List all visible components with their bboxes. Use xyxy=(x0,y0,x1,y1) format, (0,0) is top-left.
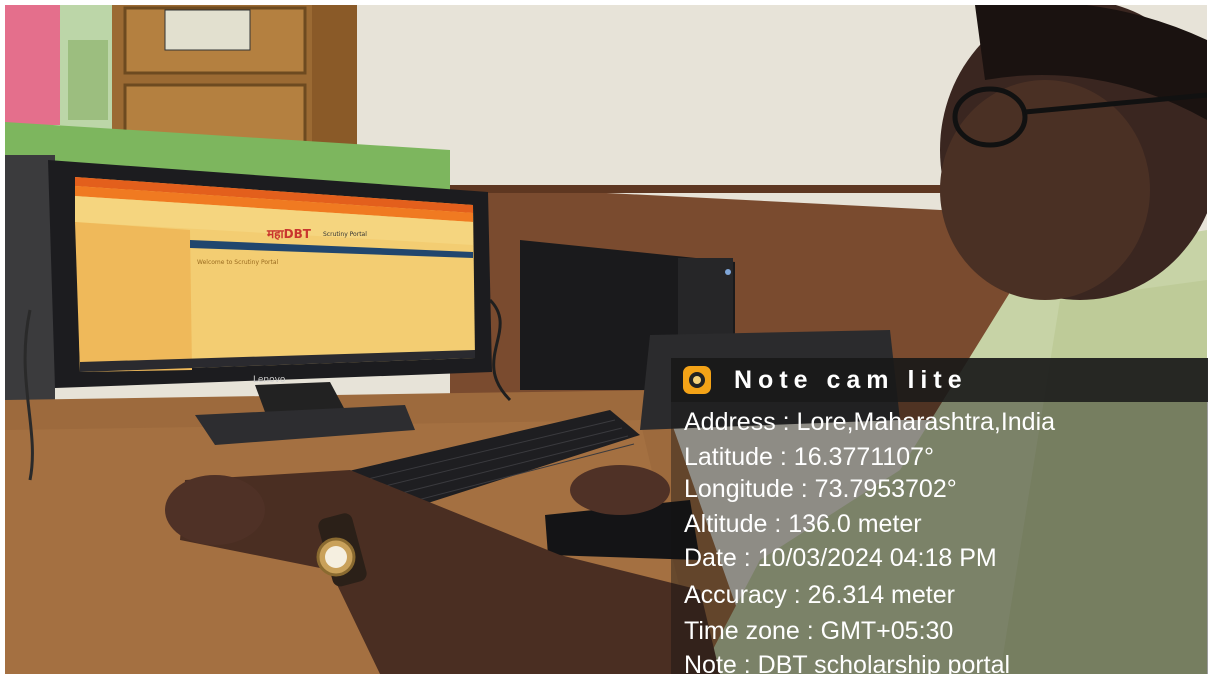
address-text: Address : Lore,Maharashtra,India xyxy=(684,408,1056,436)
hand xyxy=(165,475,265,545)
altitude-text: Altitude : 136.0 meter xyxy=(684,510,922,538)
portal-name: Scrutiny Portal xyxy=(323,231,367,238)
monitor-brand: Lenovo xyxy=(253,375,286,385)
camera-icon xyxy=(683,366,711,394)
portal-logo: महाDBT xyxy=(267,227,311,241)
latitude-text: Latitude : 16.3771107° xyxy=(684,443,935,471)
longitude-text: Longitude : 73.7953702° xyxy=(684,475,957,503)
welcome-text: Welcome to Scrutiny Portal xyxy=(197,259,279,266)
app-name: Note cam lite xyxy=(734,366,968,394)
photo-frame: महाDBT Scrutiny Portal Welcome to Scruti… xyxy=(0,0,1208,679)
door-sign xyxy=(164,9,251,51)
accuracy-text: Accuracy : 26.314 meter xyxy=(684,581,955,609)
note-text: Note : DBT scholarship portal xyxy=(684,651,1011,679)
date-text: Date : 10/03/2024 04:18 PM xyxy=(684,544,997,572)
pink-pillar xyxy=(5,5,65,125)
timezone-text: Time zone : GMT+05:30 xyxy=(684,617,954,645)
